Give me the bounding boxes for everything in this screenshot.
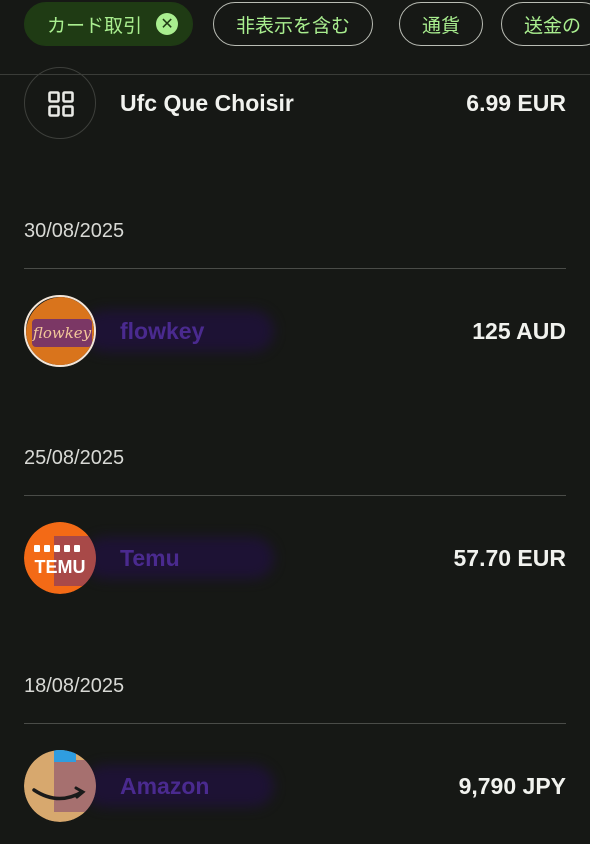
- chip-transfer[interactable]: 送金の: [501, 2, 590, 46]
- flowkey-logo-text: flowkey: [32, 324, 92, 342]
- date-header: 18/08/2025: [24, 675, 125, 697]
- temu-logo: TEMU: [24, 522, 96, 594]
- chip-currency[interactable]: 通貨: [399, 2, 484, 46]
- merchant-name: Temu: [120, 545, 180, 571]
- amazon-logo: [24, 750, 96, 822]
- divider: [24, 268, 566, 269]
- temu-logo-text: TEMU: [35, 557, 86, 577]
- merchant-name: flowkey: [120, 318, 205, 344]
- divider: [24, 495, 566, 496]
- transaction-amount: 6.99 EUR: [466, 90, 566, 116]
- chip-include-hidden[interactable]: 非表示を含む: [213, 2, 374, 46]
- transaction-row[interactable]: flowkey flowkey 125 AUD: [24, 294, 566, 368]
- chip-label: 送金の: [524, 14, 582, 37]
- merchant-name: Ufc Que Choisir: [120, 90, 294, 116]
- chip-label: 通貨: [422, 14, 461, 37]
- transaction-row[interactable]: Ufc Que Choisir 6.99 EUR: [24, 66, 566, 140]
- date-header: 25/08/2025: [24, 447, 125, 469]
- date-header: 30/08/2025: [24, 220, 125, 242]
- transaction-amount: 57.70 EUR: [453, 545, 566, 571]
- transaction-amount: 9,790 JPY: [458, 773, 566, 799]
- divider: [24, 723, 566, 724]
- chip-card-transactions[interactable]: カード取引 ✕: [24, 2, 194, 46]
- grid-icon: [24, 67, 96, 139]
- chip-label: 非表示を含む: [236, 14, 351, 37]
- filter-bar: カード取引 ✕ 非表示を含む 通貨 送金の: [0, 0, 590, 75]
- transaction-amount: 125 AUD: [472, 318, 566, 344]
- flowkey-logo: flowkey: [24, 295, 96, 367]
- chip-label: カード取引: [47, 14, 143, 37]
- merchant-name: Amazon: [120, 773, 210, 799]
- close-icon[interactable]: ✕: [156, 13, 179, 35]
- transaction-row[interactable]: TEMU Temu 57.70 EUR: [24, 521, 566, 595]
- transaction-row[interactable]: Amazon 9,790 JPY: [24, 749, 566, 823]
